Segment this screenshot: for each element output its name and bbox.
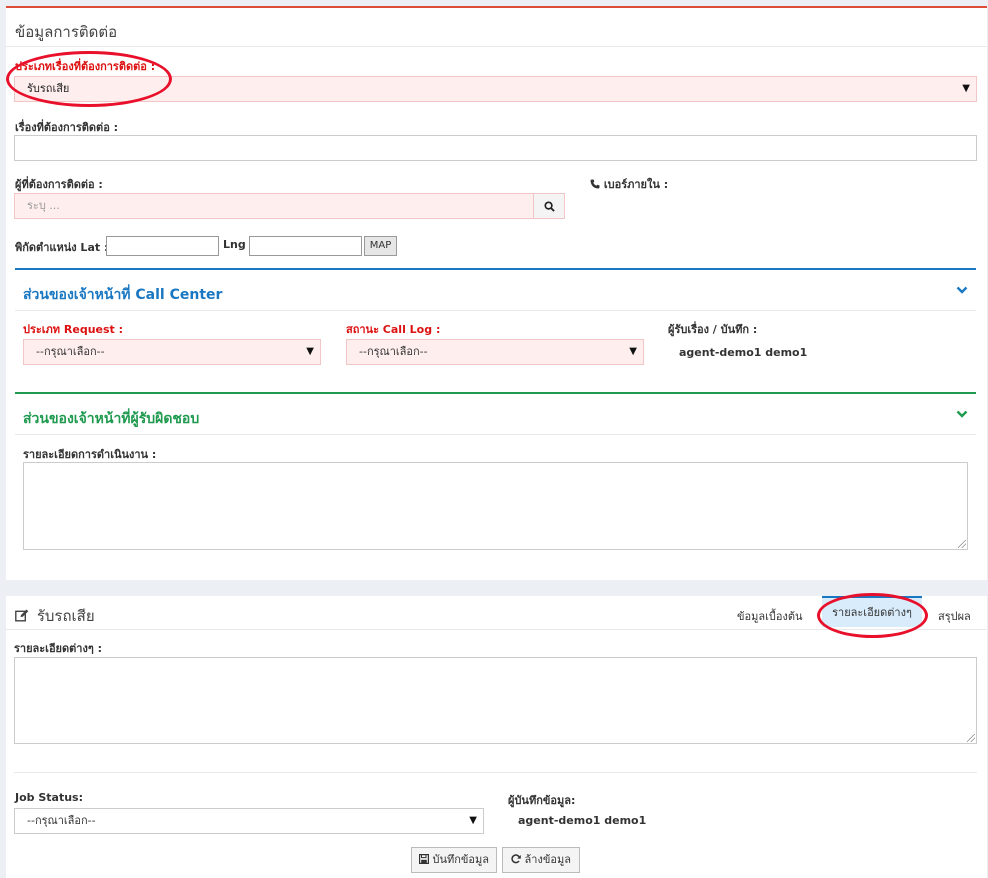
search-icon bbox=[543, 200, 555, 212]
receiver-value: agent-demo1 demo1 bbox=[679, 346, 808, 359]
topic-type-select[interactable]: รับรถเสีย ▼ bbox=[14, 76, 977, 102]
contact-person-placeholder: ระบุ ... bbox=[27, 199, 60, 212]
operation-details-label: รายละเอียดการดำเนินงาน : bbox=[23, 448, 157, 461]
responsible-title: ส่วนของเจ้าหน้าที่ผู้รับผิดชอบ bbox=[23, 411, 200, 427]
lat-input[interactable] bbox=[106, 236, 219, 256]
dropdown-arrow-icon: ▼ bbox=[469, 815, 477, 826]
dropdown-arrow-icon: ▼ bbox=[629, 346, 637, 357]
recorder-label: ผู้บันทึกข้อมูล: bbox=[508, 794, 576, 807]
call-log-select[interactable]: --กรุณาเลือก-- ▼ bbox=[346, 339, 644, 365]
responsible-panel: ส่วนของเจ้าหน้าที่ผู้รับผิดชอบ รายละเอีย… bbox=[15, 392, 976, 572]
chevron-down-icon[interactable] bbox=[956, 284, 968, 296]
floppy-icon bbox=[418, 854, 429, 865]
divider bbox=[14, 772, 977, 773]
topic-type-label: ประเภทเรื่องที่ต้องการติดต่อ : bbox=[15, 60, 156, 73]
job-status-value: --กรุณาเลือก-- bbox=[27, 814, 96, 827]
lng-input[interactable] bbox=[249, 236, 362, 256]
call-center-title: ส่วนของเจ้าหน้าที่ Call Center bbox=[23, 287, 223, 303]
extension-label: เบอร์ภายใน : bbox=[603, 178, 669, 191]
subject-label: เรื่องที่ต้องการติดต่อ : bbox=[15, 121, 119, 134]
case-details-label: รายละเอียดต่างๆ : bbox=[14, 642, 102, 655]
save-button[interactable]: บันทึกข้อมูล bbox=[411, 847, 497, 873]
case-header: รับรถเสีย bbox=[15, 604, 95, 628]
divider bbox=[6, 46, 987, 47]
case-title: รับรถเสีย bbox=[36, 607, 95, 625]
extension-label-wrap: เบอร์ภายใน : bbox=[590, 175, 668, 193]
case-box: รับรถเสีย ข้อมูลเบื้องต้น รายละเอียดต่าง… bbox=[6, 593, 987, 878]
tab-summary[interactable]: สรุปผล bbox=[938, 607, 971, 625]
tab-details[interactable]: รายละเอียดต่างๆ bbox=[822, 596, 922, 627]
dropdown-arrow-icon: ▼ bbox=[962, 83, 970, 94]
divider bbox=[6, 629, 987, 630]
clear-button[interactable]: ล้างข้อมูล bbox=[502, 847, 580, 873]
resize-grip-icon[interactable] bbox=[967, 734, 975, 742]
clear-button-label: ล้างข้อมูล bbox=[524, 853, 571, 866]
subject-input[interactable] bbox=[14, 135, 977, 161]
request-type-value: --กรุณาเลือก-- bbox=[36, 345, 105, 358]
job-status-label: Job Status: bbox=[15, 791, 83, 804]
phone-icon bbox=[590, 179, 600, 189]
call-center-panel: ส่วนของเจ้าหน้าที่ Call Center ประเภท Re… bbox=[15, 268, 976, 388]
contact-person-input[interactable]: ระบุ ... bbox=[14, 193, 534, 219]
tab-basic-info[interactable]: ข้อมูลเบื้องต้น bbox=[737, 607, 803, 625]
divider bbox=[15, 434, 976, 435]
divider bbox=[15, 310, 976, 311]
save-button-label: บันทึกข้อมูล bbox=[432, 853, 490, 866]
operation-details-textarea[interactable] bbox=[23, 462, 968, 550]
contact-person-label: ผู้ที่ต้องการติดต่อ : bbox=[15, 178, 103, 191]
request-type-select[interactable]: --กรุณาเลือก-- ▼ bbox=[23, 339, 321, 365]
job-status-select[interactable]: --กรุณาเลือก-- ▼ bbox=[14, 808, 484, 834]
resize-grip-icon[interactable] bbox=[958, 540, 966, 548]
contact-info-box: ข้อมูลการติดต่อ ประเภทเรื่องที่ต้องการติ… bbox=[6, 6, 987, 580]
search-button[interactable] bbox=[533, 193, 565, 219]
contact-info-title: ข้อมูลการติดต่อ bbox=[15, 23, 118, 41]
request-type-label: ประเภท Request : bbox=[23, 323, 124, 336]
topic-type-value: รับรถเสีย bbox=[27, 82, 70, 95]
dropdown-arrow-icon: ▼ bbox=[306, 346, 314, 357]
refresh-icon bbox=[511, 854, 521, 864]
recorder-value: agent-demo1 demo1 bbox=[518, 814, 647, 827]
case-details-textarea[interactable] bbox=[14, 657, 977, 744]
edit-icon bbox=[15, 609, 29, 622]
chevron-down-icon[interactable] bbox=[956, 408, 968, 420]
call-log-label: สถานะ Call Log : bbox=[346, 323, 441, 336]
coords-label: พิกัดตำแหน่ง Lat : bbox=[15, 241, 109, 254]
map-button[interactable]: MAP bbox=[364, 236, 397, 256]
call-log-value: --กรุณาเลือก-- bbox=[359, 345, 428, 358]
receiver-label: ผู้รับเรื่อง / บันทึก : bbox=[668, 323, 758, 336]
